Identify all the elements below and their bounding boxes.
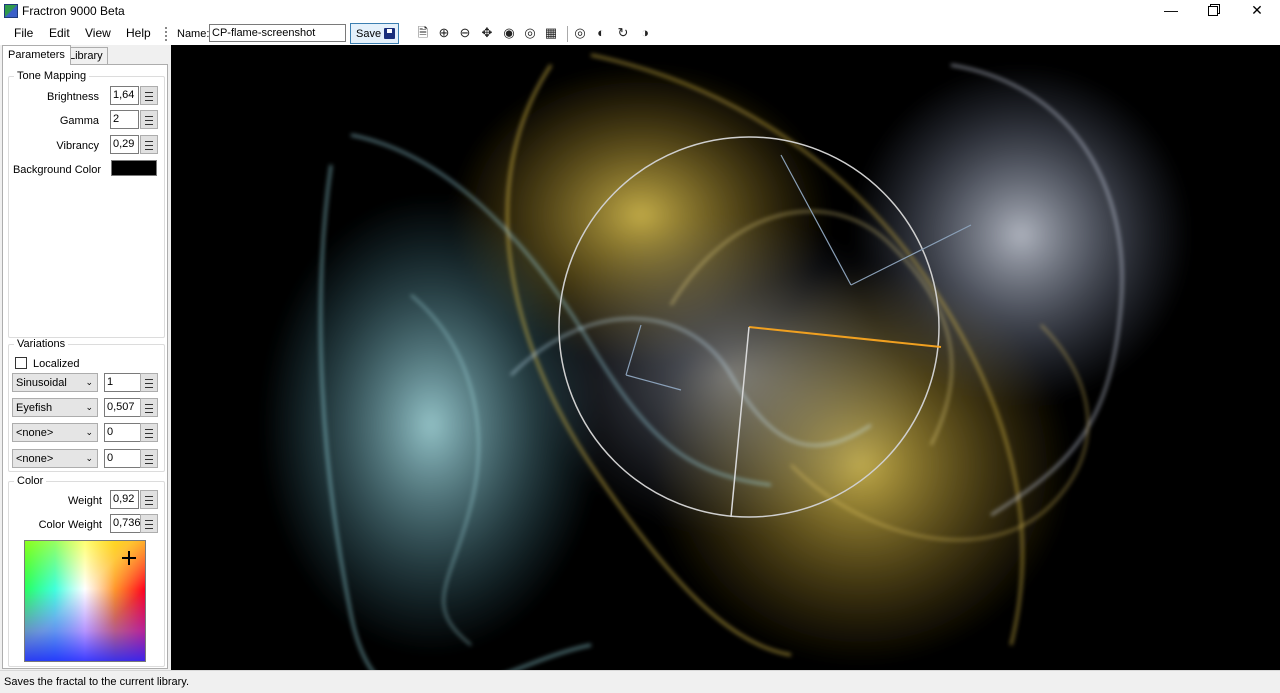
save-label: Save [356, 28, 382, 40]
background-color-swatch[interactable] [111, 160, 157, 176]
menu-help[interactable]: Help [126, 26, 151, 40]
color-weight-slider-button[interactable] [140, 514, 158, 533]
menu-edit[interactable]: Edit [49, 26, 70, 40]
rotate-icon[interactable]: ↻ [615, 25, 631, 41]
new-file-icon[interactable]: 🗎 [415, 25, 431, 41]
name-input[interactable]: CP-flame-screenshot [209, 24, 346, 42]
variation-value-3[interactable]: 0 [104, 423, 141, 442]
background-color-label: Background Color [12, 164, 101, 176]
variations-title: Variations [14, 338, 69, 350]
menu-toolbar: File Edit View Help Name: CP-flame-scree… [0, 22, 1280, 45]
tab-parameters[interactable]: Parameters [2, 45, 71, 65]
menu-file[interactable]: File [14, 26, 33, 40]
gamma-label: Gamma [59, 115, 99, 127]
flame-glow [261, 65, 1191, 665]
save-disk-icon [384, 28, 395, 39]
localized-checkbox[interactable] [15, 357, 27, 369]
gamma-input[interactable]: 2 [110, 110, 139, 129]
vibrancy-input[interactable]: 0,29 [110, 135, 139, 154]
color-weight-label: Color Weight [38, 519, 102, 531]
zoom-out-icon[interactable]: ⊖ [457, 25, 473, 41]
center-icon[interactable]: ✥ [479, 25, 495, 41]
chevron-down-icon: ⌄ [85, 427, 93, 437]
menu-view[interactable]: View [85, 26, 111, 40]
window-title: Fractron 9000 Beta [22, 4, 125, 18]
variation-select-1-value: Sinusoidal [16, 377, 67, 389]
weight-label: Weight [67, 495, 102, 507]
save-button[interactable]: Save [350, 23, 399, 44]
vibrancy-slider-button[interactable] [140, 135, 158, 154]
brightness-input[interactable]: 1,64 [110, 86, 139, 105]
flame-render [261, 53, 1191, 670]
title-bar: Fractron 9000 Beta — ✕ [0, 0, 1280, 22]
remove-transform-icon[interactable]: ◐ [593, 25, 609, 41]
copy-transform-icon[interactable]: ◑ [637, 25, 653, 41]
variation-slider-button-2[interactable] [140, 398, 158, 417]
variation-select-1[interactable]: Sinusoidal ⌄ [12, 373, 98, 392]
name-label: Name: [177, 28, 210, 40]
variation-slider-button-3[interactable] [140, 423, 158, 442]
weight-input[interactable]: 0,92 [110, 490, 139, 509]
status-bar: Saves the fractal to the current library… [0, 670, 1280, 693]
close-button[interactable]: ✕ [1234, 0, 1280, 22]
gamma-slider-button[interactable] [140, 110, 158, 129]
add-transform-icon[interactable]: ◎ [572, 25, 588, 41]
parameters-page: Tone Mapping Brightness 1,64 Gamma 2 Vib… [2, 64, 168, 669]
randomize-icon[interactable]: ▦ [543, 25, 559, 41]
variation-select-4[interactable]: <none> ⌄ [12, 449, 98, 468]
color-weight-input[interactable]: 0,736 [110, 514, 141, 533]
variation-select-4-value: <none> [16, 453, 54, 465]
side-panel: Parameters Library Tone Mapping Brightne… [0, 45, 170, 670]
tone-mapping-title: Tone Mapping [14, 70, 90, 82]
variation-value-2[interactable]: 0,507 [104, 398, 141, 417]
color-picker-crosshair-icon[interactable] [122, 551, 136, 565]
restore-button[interactable] [1190, 0, 1236, 22]
chevron-down-icon: ⌄ [85, 453, 93, 463]
variation-value-4[interactable]: 0 [104, 449, 141, 468]
variation-value-1[interactable]: 1 [104, 373, 141, 392]
variation-select-2-value: Eyefish [16, 402, 53, 414]
variation-slider-button-4[interactable] [140, 449, 158, 468]
app-icon [4, 4, 18, 18]
status-text: Saves the fractal to the current library… [4, 676, 190, 688]
weight-slider-button[interactable] [140, 490, 158, 509]
toolbar-grip[interactable] [165, 27, 167, 41]
localized-label: Localized [33, 358, 80, 370]
variation-select-2[interactable]: Eyefish ⌄ [12, 398, 98, 417]
variation-select-3[interactable]: <none> ⌄ [12, 423, 98, 442]
toolbar-separator [567, 26, 568, 42]
variation-select-3-value: <none> [16, 427, 54, 439]
chevron-down-icon: ⌄ [85, 402, 93, 412]
view-alt-icon[interactable]: ◎ [522, 25, 538, 41]
view-icon[interactable]: ◉ [501, 25, 517, 41]
fractal-canvas[interactable] [171, 45, 1280, 670]
minimize-button[interactable]: — [1148, 0, 1194, 22]
brightness-label: Brightness [47, 91, 99, 103]
restore-icon [1208, 6, 1218, 16]
brightness-slider-button[interactable] [140, 86, 158, 105]
vibrancy-label: Vibrancy [56, 140, 99, 152]
color-title: Color [14, 475, 47, 487]
zoom-in-icon[interactable]: ⊕ [436, 25, 452, 41]
chevron-down-icon: ⌄ [85, 377, 93, 387]
variation-slider-button-1[interactable] [140, 373, 158, 392]
